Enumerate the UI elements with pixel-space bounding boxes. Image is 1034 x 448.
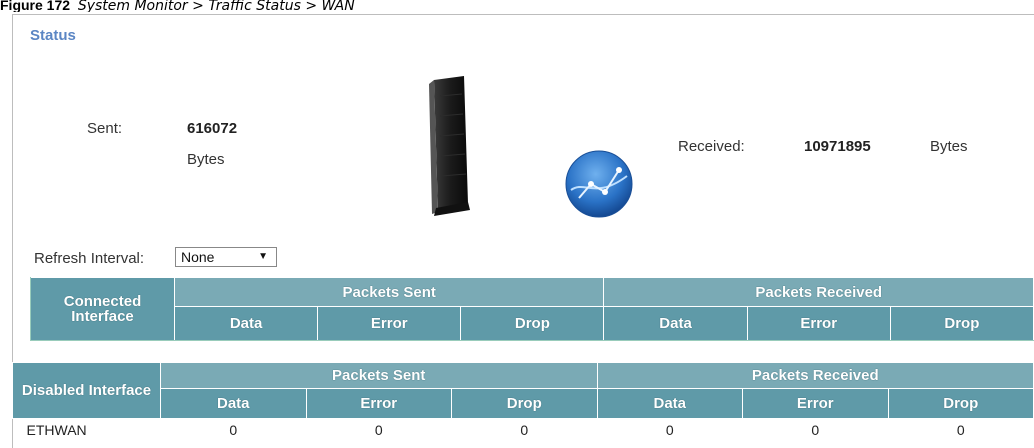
refresh-interval-label: Refresh Interval:	[34, 250, 145, 267]
col-sent-error: Error	[305, 388, 452, 419]
col-sent-data: Data	[160, 388, 307, 419]
col-received-drop: Drop	[889, 306, 1034, 341]
packets-sent-header: Packets Sent	[173, 276, 605, 308]
sent-error-cell: 0	[374, 422, 383, 438]
packets-received-header: Packets Received	[603, 276, 1034, 308]
packets-received-header: Packets Received	[596, 362, 1034, 389]
status-title: Status	[30, 27, 76, 44]
received-data-cell: 0	[665, 422, 674, 438]
col-received-data: Data	[603, 306, 748, 341]
disabled-interface-header: Disabled Interface	[12, 362, 161, 419]
sent-unit: Bytes	[187, 151, 225, 168]
figure-caption-text: System Monitor > Traffic Status > WAN	[77, 0, 355, 12]
col-received-data: Data	[596, 388, 743, 419]
received-drop-cell: 0	[956, 422, 965, 438]
table-row: ETHWAN 0 0 0 0 0 0	[13, 419, 1034, 442]
packets-sent-header: Packets Sent	[160, 362, 598, 389]
received-label: Received:	[678, 138, 745, 155]
sent-drop-cell: 0	[520, 422, 529, 438]
globe-icon	[565, 150, 633, 218]
refresh-interval-value: None	[181, 249, 215, 265]
connected-interface-header: Connected Interface	[30, 277, 175, 341]
figure-number: Figure 172	[0, 0, 71, 12]
col-received-error: Error	[742, 388, 889, 419]
col-sent-data: Data	[173, 306, 319, 341]
received-error-cell: 0	[811, 422, 820, 438]
interface-name: ETHWAN	[26, 422, 87, 438]
connected-interface-table: Connected Interface Packets Sent Packets…	[30, 276, 1034, 341]
refresh-interval-select[interactable]: None ▼	[175, 247, 277, 267]
col-received-drop: Drop	[887, 388, 1034, 419]
sent-value: 616072	[187, 120, 238, 137]
received-unit: Bytes	[930, 138, 968, 155]
router-icon	[429, 76, 470, 216]
col-sent-drop: Drop	[451, 388, 598, 419]
figure-caption: Figure 172 System Monitor > Traffic Stat…	[0, 0, 1034, 12]
received-value: 10971895	[804, 138, 871, 155]
sent-data-cell: 0	[229, 422, 238, 438]
col-received-error: Error	[746, 306, 891, 341]
disabled-interface-table: Disabled Interface Packets Sent Packets …	[12, 362, 1034, 441]
col-sent-error: Error	[317, 306, 462, 341]
sent-label: Sent:	[87, 120, 123, 137]
col-sent-drop: Drop	[460, 306, 605, 341]
dropdown-arrow-icon: ▼	[258, 251, 268, 262]
